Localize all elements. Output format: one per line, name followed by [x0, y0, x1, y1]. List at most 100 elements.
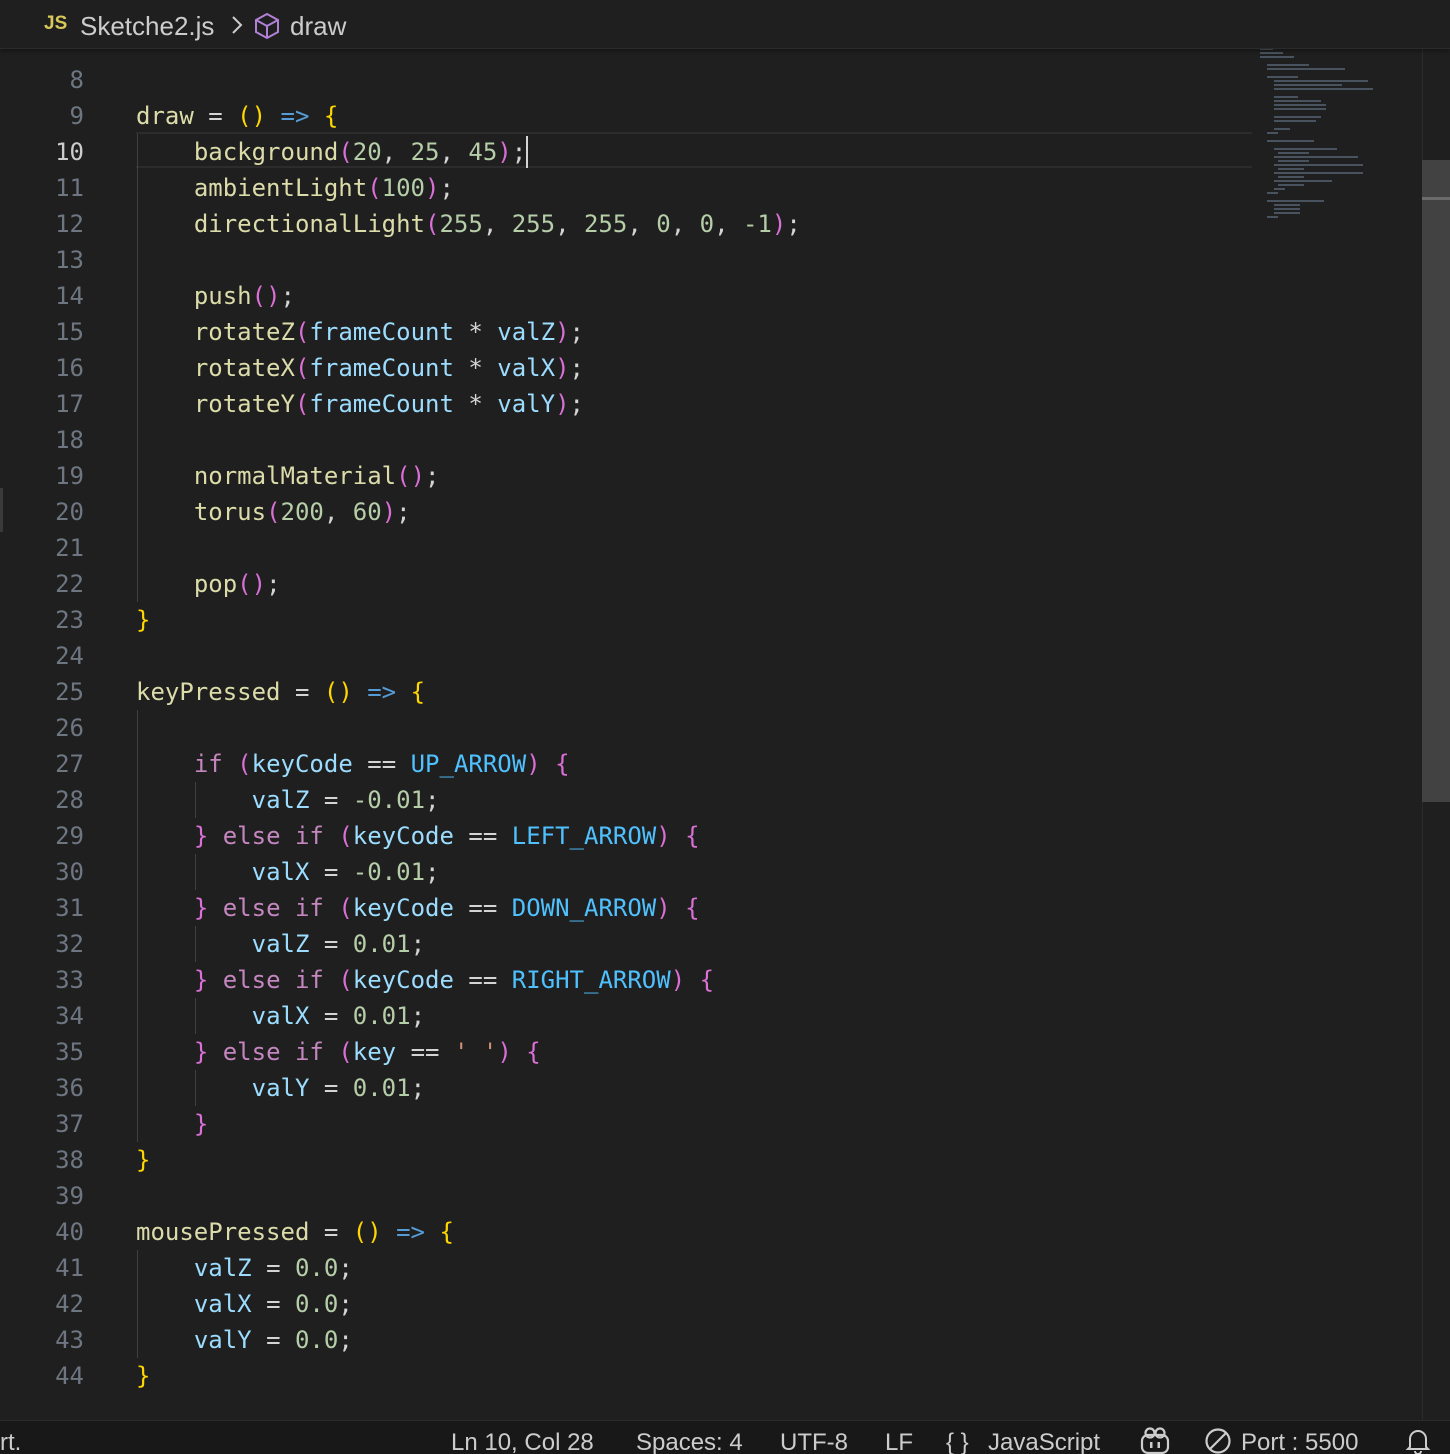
minimap-line: [1278, 160, 1310, 162]
line-number: 42: [55, 1290, 84, 1318]
minimap-line: [1267, 68, 1346, 70]
code-line[interactable]: 12 directionalLight(255, 255, 255, 0, 0,…: [0, 206, 1250, 242]
code-text: }: [136, 606, 151, 634]
code-line[interactable]: 10 background(20, 25, 45);: [0, 134, 1250, 170]
minimap-line: [1278, 176, 1304, 178]
code-line[interactable]: 34 valX = 0.01;: [0, 998, 1250, 1034]
line-number: 17: [55, 390, 84, 418]
line-number: 34: [55, 1002, 84, 1030]
minimap-line: [1274, 180, 1332, 182]
status-encoding[interactable]: UTF-8: [780, 1429, 848, 1454]
status-indentation[interactable]: Spaces: 4: [636, 1429, 743, 1454]
code-line[interactable]: 38}: [0, 1142, 1250, 1178]
code-line[interactable]: 15 rotateZ(frameCount * valZ);: [0, 314, 1250, 350]
code-line[interactable]: 43 valY = 0.0;: [0, 1322, 1250, 1358]
code-text: directionalLight(255, 255, 255, 0, 0, -1…: [193, 210, 801, 238]
line-number: 37: [55, 1110, 84, 1138]
line-number: 29: [55, 822, 84, 850]
code-text: rotateX(frameCount * valX);: [193, 354, 584, 382]
minimap-line: [1278, 184, 1304, 186]
code-line[interactable]: 39: [0, 1178, 1250, 1214]
code-line[interactable]: 23}: [0, 602, 1250, 638]
code-line[interactable]: 41 valZ = 0.0;: [0, 1250, 1250, 1286]
code-text: } else if (key == ' ') {: [193, 1038, 541, 1066]
code-text: valX = 0.0;: [193, 1290, 353, 1318]
code-line[interactable]: 31 } else if (keyCode == DOWN_ARROW) {: [0, 890, 1250, 926]
code-line[interactable]: 28 valZ = -0.01;: [0, 782, 1250, 818]
code-editor[interactable]: 8 9 draw = () => {10 background(20, 25, 45…: [0, 48, 1422, 1420]
code-text: valZ = -0.01;: [251, 786, 440, 814]
line-number: 19: [55, 462, 84, 490]
code-text: mousePressed = () => {: [136, 1218, 454, 1246]
code-line[interactable]: 26: [0, 710, 1250, 746]
status-cursor-position[interactable]: Ln 10, Col 28: [451, 1429, 594, 1454]
code-text: background(20, 25, 45);: [193, 138, 527, 166]
code-line[interactable]: 44}: [0, 1358, 1250, 1394]
status-eol[interactable]: LF: [885, 1429, 913, 1454]
minimap-line: [1274, 188, 1285, 190]
code-line[interactable]: 33 } else if (keyCode == RIGHT_ARROW) {: [0, 962, 1250, 998]
sash[interactable]: [0, 488, 3, 532]
code-line[interactable]: 22 pop();: [0, 566, 1250, 602]
minimap-line: [1278, 152, 1310, 154]
code-line[interactable]: 21: [0, 530, 1250, 566]
code-line[interactable]: 20 torus(200, 60);: [0, 494, 1250, 530]
symbol-method-icon: [255, 12, 279, 40]
code-line[interactable]: 40 mousePressed = () => {: [0, 1214, 1250, 1250]
code-line[interactable]: 18: [0, 422, 1250, 458]
line-number: 21: [55, 534, 84, 562]
minimap-line: [1274, 148, 1337, 150]
code-line[interactable]: 14 push();: [0, 278, 1250, 314]
line-number: 12: [55, 210, 84, 238]
indent-guide: [194, 926, 196, 962]
code-line[interactable]: 16 rotateX(frameCount * valX);: [0, 350, 1250, 386]
line-number: 23: [55, 606, 84, 634]
code-text: if (keyCode == UP_ARROW) {: [193, 750, 570, 778]
minimap-line: [1267, 200, 1325, 202]
code-line[interactable]: 36 valY = 0.01;: [0, 1070, 1250, 1106]
indent-guide: [194, 854, 196, 890]
line-number: 40: [55, 1218, 84, 1246]
code-text: rotateY(frameCount * valY);: [193, 390, 584, 418]
code-line[interactable]: 30 valX = -0.01;: [0, 854, 1250, 890]
code-line[interactable]: 13: [0, 242, 1250, 278]
line-number: 28: [55, 786, 84, 814]
code-line[interactable]: 29 } else if (keyCode == LEFT_ARROW) {: [0, 818, 1250, 854]
indent-guide: [137, 134, 138, 602]
code-line[interactable]: 35 } else if (key == ' ') {: [0, 1034, 1250, 1070]
indent-guide: [194, 1070, 196, 1106]
code-line[interactable]: 17 rotateY(frameCount * valY);: [0, 386, 1250, 422]
code-line[interactable]: 32 valZ = 0.01;: [0, 926, 1250, 962]
chevron-right-icon: [232, 16, 243, 34]
code-text: normalMaterial();: [193, 462, 440, 490]
minimap-line: [1274, 104, 1327, 106]
indent-guide: [194, 998, 196, 1034]
code-line[interactable]: 11 ambientLight(100);: [0, 170, 1250, 206]
minimap-line: [1274, 88, 1374, 90]
code-line[interactable]: 24: [0, 638, 1250, 674]
breadcrumb-symbol[interactable]: draw: [290, 11, 346, 42]
code-text: push();: [193, 282, 295, 310]
code-line[interactable]: 27 if (keyCode == UP_ARROW) {: [0, 746, 1250, 782]
minimap[interactable]: [1256, 48, 1416, 248]
code-line[interactable]: 42 valX = 0.0;: [0, 1286, 1250, 1322]
scrollbar-thumb[interactable]: [1422, 160, 1450, 802]
minimap-line: [1274, 156, 1358, 158]
indent-guide: [194, 782, 196, 818]
code-text: draw = () => {: [136, 102, 339, 130]
status-language[interactable]: JavaScript: [988, 1429, 1100, 1454]
bell-icon[interactable]: [1404, 1427, 1432, 1454]
code-line[interactable]: 37 }: [0, 1106, 1250, 1142]
copilot-icon[interactable]: [1138, 1427, 1172, 1454]
code-line[interactable]: 8: [0, 62, 1250, 98]
minimap-line: [1274, 96, 1298, 98]
breadcrumb-file[interactable]: Sketche2.js: [80, 11, 214, 42]
code-line[interactable]: 19 normalMaterial();: [0, 458, 1250, 494]
minimap-line: [1267, 132, 1278, 134]
code-line[interactable]: 9 draw = () => {: [0, 98, 1250, 134]
line-number: 25: [55, 678, 84, 706]
indent-guide: [137, 710, 138, 1142]
code-line[interactable]: 25 keyPressed = () => {: [0, 674, 1250, 710]
minimap-line: [1274, 100, 1322, 102]
status-port[interactable]: Port : 5500: [1241, 1429, 1358, 1454]
